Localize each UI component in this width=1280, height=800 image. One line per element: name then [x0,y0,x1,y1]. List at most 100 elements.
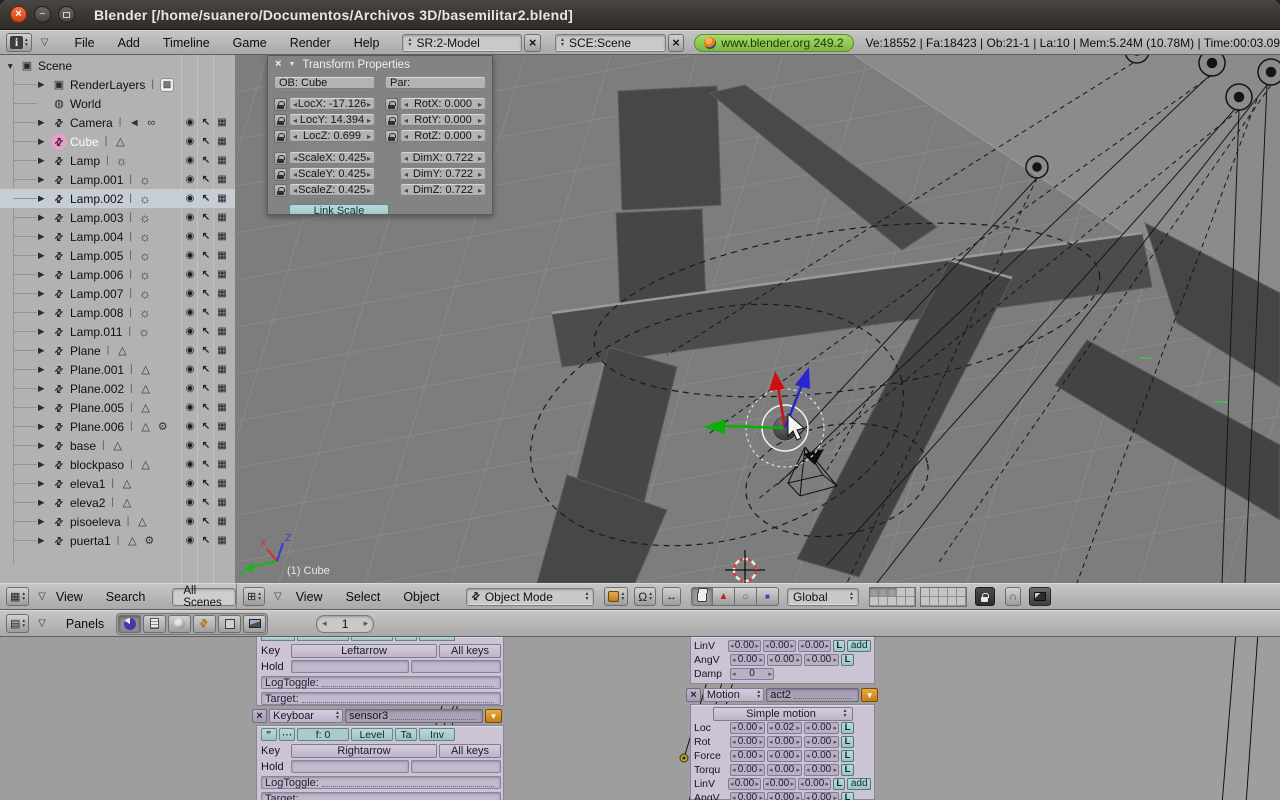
restrict-select-icon[interactable]: ↖ [198,231,214,242]
restrict-render-icon[interactable]: ▦ [214,269,230,280]
restrict-select-icon[interactable]: ↖ [198,440,214,451]
restrict-view-icon[interactable]: ◉ [182,269,198,280]
window-type-button[interactable]: i▴▾ [6,33,32,52]
snap-button[interactable]: ∩ [1005,587,1021,606]
outliner-row[interactable]: ⇄ base | △ ◉ ↖ ▦ [0,436,235,455]
value-field[interactable]: 0.00 [728,778,761,790]
outliner-row[interactable]: ⇄ pisoeleva | △ ◉ ↖ ▦ [0,512,235,531]
outliner-row[interactable]: ⇄ Plane.006 | △⚙ ◉ ↖ ▦ [0,417,235,436]
scale-field[interactable]: ScaleX: 0.425 [289,151,375,165]
restrict-render-icon[interactable]: ▦ [214,212,230,223]
restrict-select-icon[interactable]: ↖ [198,383,214,394]
hold-field-1[interactable] [291,760,409,773]
value-field[interactable]: 0.00 [804,750,839,762]
outliner-row[interactable]: ⇄ eleva1 | △ ◉ ↖ ▦ [0,474,235,493]
ob-field[interactable]: OB: Cube [274,76,375,90]
pulse-false-button[interactable]: ⋯ [279,728,295,741]
actuator-name-field[interactable]: act2 [766,688,859,702]
menu-item[interactable]: Help [354,36,380,50]
restrict-render-icon[interactable]: ▦ [214,117,230,128]
outliner-row[interactable]: ⇄ Lamp.005 | ☼ ◉ ↖ ▦ [0,246,235,265]
outliner-row[interactable]: ⇄ Plane.001 | △ ◉ ↖ ▦ [0,360,235,379]
viewport-3d[interactable]: Y X Z (1) Cube × ▼ Transform Properties … [237,55,1280,583]
collapse-actuator-button[interactable]: ▼ [861,688,878,702]
outliner-row[interactable]: ⇄ Plane | △ ◉ ↖ ▦ [0,341,235,360]
lock-icon[interactable] [385,98,398,111]
logic-context-button[interactable] [118,615,141,633]
outliner-row[interactable]: ⇄ Lamp.007 | ☼ ◉ ↖ ▦ [0,284,235,303]
outliner-view-menu[interactable]: View [56,590,83,604]
dim-field[interactable]: DimX: 0.722 [400,151,486,165]
sensor-name-field[interactable]: sensor3 [345,709,483,723]
value-field[interactable]: 0.00 [767,792,802,800]
restrict-select-icon[interactable]: ↖ [198,402,214,413]
restrict-select-icon[interactable]: ↖ [198,288,214,299]
local-toggle-button[interactable]: L [841,792,854,800]
outliner-row[interactable]: ▣ Scene ◉ ↖ ▦ [0,56,235,75]
editing-context-button[interactable] [218,615,241,633]
value-field[interactable]: 0.00 [730,736,765,748]
restrict-render-icon[interactable]: ▦ [214,250,230,261]
restrict-view-icon[interactable]: ◉ [182,383,198,394]
outliner-row[interactable]: ⇄ Cube | △ ◉ ↖ ▦ [0,132,235,151]
parent-field[interactable]: Par: [385,76,486,90]
scene-close-button[interactable]: × [668,34,685,52]
shading-context-button[interactable] [168,615,191,633]
menu-item[interactable]: Add [118,36,140,50]
restrict-select-icon[interactable]: ↖ [198,364,214,375]
all-keys-button[interactable]: All keys [439,744,501,758]
value-field[interactable]: 0.00 [730,792,765,800]
value-field[interactable]: 0.00 [730,750,765,762]
restrict-render-icon[interactable]: ▦ [214,174,230,185]
menu-item[interactable]: Object [403,590,439,604]
restrict-view-icon[interactable]: ◉ [182,250,198,261]
loc-field[interactable]: LocX: -17.126 [289,97,375,111]
outliner-row[interactable]: ⇄ Lamp.011 | ☼ ◉ ↖ ▦ [0,322,235,341]
hold-field-2[interactable] [411,760,501,773]
outliner-row[interactable]: ⇄ Lamp.003 | ☼ ◉ ↖ ▦ [0,208,235,227]
restrict-view-icon[interactable]: ◉ [182,478,198,489]
restrict-view-icon[interactable]: ◉ [182,535,198,546]
value-field[interactable]: 0.00 [804,792,839,800]
expander-icon[interactable] [6,61,19,71]
loc-field[interactable]: LocY: 14.394 [289,113,375,127]
value-field[interactable]: 0.00 [804,654,839,666]
restrict-select-icon[interactable]: ↖ [198,155,214,166]
restrict-view-icon[interactable]: ◉ [182,117,198,128]
restrict-render-icon[interactable]: ▦ [214,288,230,299]
restrict-select-icon[interactable]: ↖ [198,459,214,470]
value-field[interactable]: 0.00 [804,736,839,748]
level-button[interactable]: Level [351,728,393,741]
restrict-select-icon[interactable]: ↖ [198,136,214,147]
scale-field[interactable]: ScaleZ: 0.425 [289,183,375,197]
viewport-type-button[interactable]: ⊞▴▾ [243,587,265,606]
key-value-button[interactable]: Leftarrow [291,644,437,658]
restrict-select-icon[interactable]: ↖ [198,307,214,318]
sensor-type-dropdown[interactable]: Keyboar▴▾ [269,709,343,723]
outliner-row[interactable]: ⇄ Plane.005 | △ ◉ ↖ ▦ [0,398,235,417]
outliner-row[interactable]: ⇄ Lamp.001 | ☼ ◉ ↖ ▦ [0,170,235,189]
collapse-menu-icon[interactable]: ▽ [38,618,46,629]
scale-field[interactable]: ScaleY: 0.425 [289,167,375,181]
render-preview-button[interactable] [1029,587,1051,606]
local-toggle-button[interactable]: L [833,778,845,790]
outliner-row[interactable]: ⇄ Lamp | ☼ ◉ ↖ ▦ [0,151,235,170]
restrict-select-icon[interactable]: ↖ [198,478,214,489]
restrict-view-icon[interactable]: ◉ [182,345,198,356]
restrict-select-icon[interactable]: ↖ [198,174,214,185]
manipulator-hand-button[interactable] [691,587,713,606]
rotate-manipulator-button[interactable]: ○ [735,587,757,606]
rot-field[interactable]: RotY: 0.000 [400,113,486,127]
restrict-render-icon[interactable]: ▦ [214,478,230,489]
lock-layers-button[interactable] [975,587,995,606]
value-field[interactable]: 0.00 [730,722,765,734]
restrict-select-icon[interactable]: ↖ [198,535,214,546]
restrict-render-icon[interactable]: ▦ [214,345,230,356]
all-keys-button[interactable]: All keys [439,644,501,658]
buttons-type-button[interactable]: ▤▴▾ [6,614,29,633]
expander-icon[interactable] [38,136,51,147]
outliner-row[interactable]: ⇄ eleva2 | △ ◉ ↖ ▦ [0,493,235,512]
layer-grid-1[interactable] [869,587,916,607]
restrict-view-icon[interactable]: ◉ [182,516,198,527]
log-toggle-field[interactable]: LogToggle: [261,676,501,689]
